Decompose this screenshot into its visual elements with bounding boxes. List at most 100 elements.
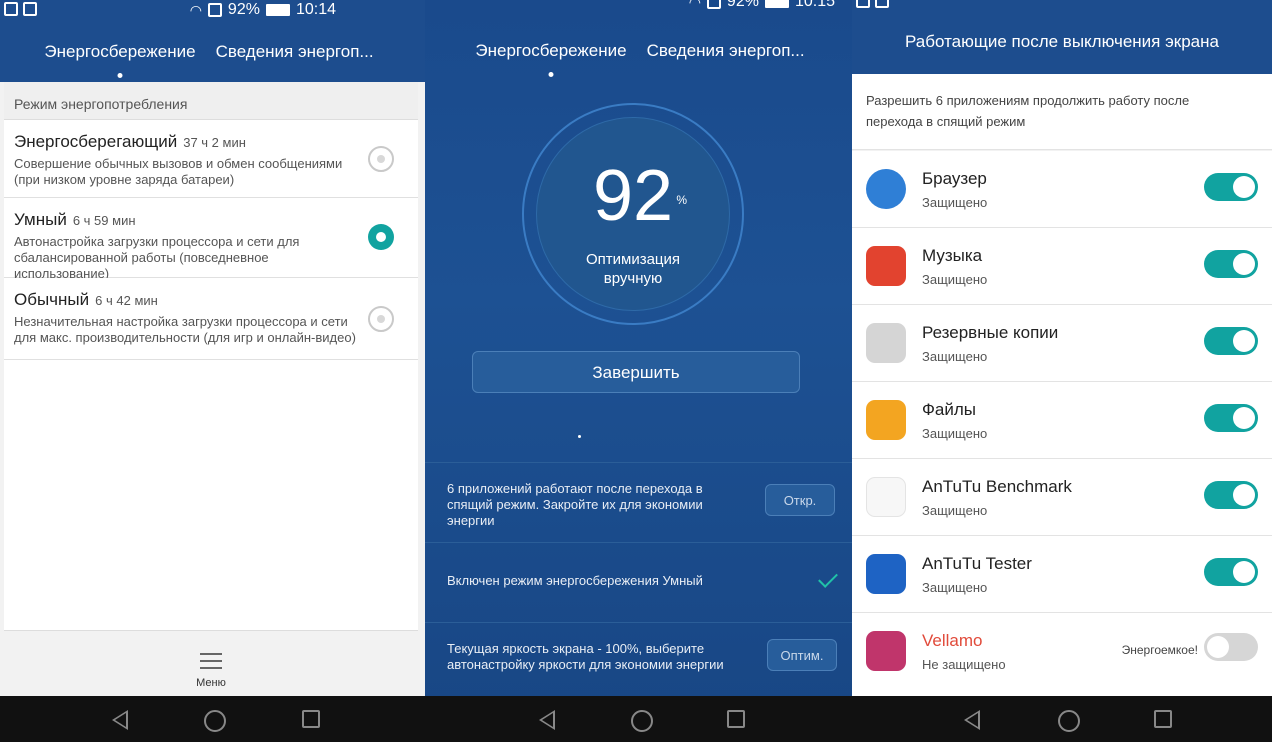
list-item: 6 приложений работают после перехода в с… [425,462,855,542]
mode-option-saving[interactable]: Энергосберегающий 37 ч 2 мин Совершение о… [4,120,418,198]
gauge-inner: 92% Оптимизация вручную [536,117,730,311]
content-area [4,360,418,630]
mode-time: 37 ч 2 мин [183,135,246,150]
navigation-bar [852,696,1272,742]
app-status: Защищено [922,580,988,595]
app-row-files: Файлы Защищено [852,382,1272,459]
mode-description: Совершение обычных вызовов и обмен сообщ… [14,156,343,187]
bag-icon [875,0,889,8]
navigation-bar [425,696,855,742]
app-status: Не защищено [922,657,1006,672]
info-text: Разрешить 6 приложениям продолжить работ… [852,74,1272,150]
app-name: Vellamo [922,631,983,650]
mode-time: 6 ч 59 мин [72,213,136,228]
tab-power-info[interactable]: Сведения энергоп... [647,41,805,61]
gallery-icon [856,0,870,8]
list-item: Включен режим энергосбережения Умный [425,542,855,622]
check-icon [818,568,838,588]
recent-apps-icon[interactable] [302,710,320,728]
back-icon[interactable] [539,710,555,730]
radio-normal[interactable] [368,306,394,332]
back-icon[interactable] [112,710,128,730]
app-row-browser: Браузер Защищено [852,151,1272,228]
protected-apps-screen: Работающие после выключения экрана Разре… [852,0,1272,742]
tab-bar: Энергосбережение Сведения энергоп... [425,41,855,61]
protect-toggle[interactable] [1204,481,1258,509]
navigation-bar [0,696,428,742]
recent-apps-icon[interactable] [727,710,745,728]
page-title: Работающие после выключения экрана [905,32,1219,51]
page-indicator [578,435,581,438]
recent-apps-icon[interactable] [1154,710,1172,728]
home-icon[interactable] [631,710,653,732]
protect-toggle[interactable] [1204,327,1258,355]
protect-toggle[interactable] [1204,558,1258,586]
radio-saving[interactable] [368,146,394,172]
app-name: Файлы [922,400,977,419]
bag-icon [23,2,37,16]
home-icon[interactable] [1058,710,1080,732]
tab-power-info[interactable]: Сведения энергоп... [216,42,374,62]
battery-gauge: 92% Оптимизация вручную [522,103,744,325]
app-status: Защищено [922,272,988,287]
status-bar: ◠ 92% 10:15 [425,0,855,14]
optimize-button[interactable]: Оптим. [767,639,837,671]
row-text: Текущая яркость экрана - 100%, выберите … [447,641,724,672]
status-bar [852,0,1272,14]
app-row-antutu-tester: AnTuTu Tester Защищено [852,536,1272,613]
protect-toggle[interactable] [1204,250,1258,278]
clock: 10:15 [794,0,835,10]
mode-time: 6 ч 42 мин [95,293,158,308]
app-status: Защищено [922,349,988,364]
menu-icon [200,653,222,669]
protect-toggle[interactable] [1204,173,1258,201]
vellamo-icon [866,631,906,671]
app-name: AnTuTu Tester [922,554,1032,573]
app-name: Браузер [922,169,987,188]
protect-toggle[interactable] [1204,633,1258,661]
sim-icon [207,3,222,17]
mode-name: Умный [14,210,67,229]
tab-energy-saving[interactable]: Энергосбережение [475,41,626,61]
gauge-unit: % [676,193,688,207]
clock: 10:14 [295,1,336,18]
app-name: Музыка [922,246,983,265]
mode-option-smart[interactable]: Умный 6 ч 59 мин Автонастройка загрузки п… [4,198,418,281]
energy-warning: Энергоемкое! [1121,643,1198,657]
open-button[interactable]: Откр. [765,484,835,516]
app-row-antutu-benchmark: AnTuTu Benchmark Защищено [852,459,1272,536]
protect-toggle[interactable] [1204,404,1258,432]
app-row-backup: Резервные копии Защищено [852,305,1272,382]
mode-option-normal[interactable]: Обычный 6 ч 42 мин Незначительная настрой… [4,278,418,360]
radio-smart[interactable] [368,224,394,250]
mode-name: Обычный [14,290,90,309]
finish-button[interactable]: Завершить [472,351,800,393]
home-icon[interactable] [204,710,226,732]
menu-label: Меню [196,677,226,689]
browser-icon [866,169,906,209]
optimization-screen: ◠ 92% 10:15 Энергосбережение Сведения эн… [425,0,855,742]
app-row-music: Музыка Защищено [852,228,1272,305]
gallery-icon [4,2,18,16]
tab-bar: Энергосбережение Сведения энергоп... [0,42,428,62]
battery-percent: 92% [726,0,759,10]
app-status: Защищено [922,503,988,518]
tab-energy-saving[interactable]: Энергосбережение [44,42,195,62]
back-icon[interactable] [964,710,980,730]
battery-percent: 92% [227,1,260,18]
wifi-icon: ◠ [189,1,202,18]
gauge-label: Оптимизация вручную [585,251,681,287]
battery-icon [265,4,290,16]
battery-icon [764,0,789,8]
menu-button[interactable]: Меню [4,630,418,696]
app-name: AnTuTu Benchmark [922,477,1072,496]
mode-name: Энергосберегающий [14,132,178,151]
row-text: 6 приложений работают после перехода в с… [447,481,703,528]
app-row-vellamo: Vellamo Не защищено Энергоемкое! [852,613,1272,696]
row-text: Включен режим энергосбережения Умный [447,573,703,588]
mode-description: Автонастройка загрузки процессора и сети… [14,234,300,281]
section-title: Режим энергопотребления [4,82,418,120]
music-icon [866,246,906,286]
app-status: Защищено [922,426,988,441]
list-item: Текущая яркость экрана - 100%, выберите … [425,622,855,698]
